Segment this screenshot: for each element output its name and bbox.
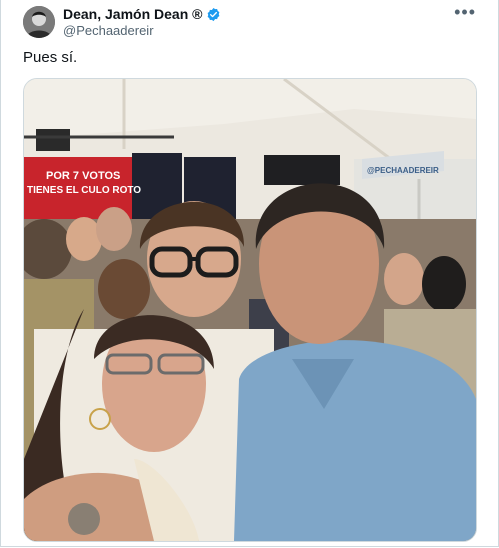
banner-line-1: POR 7 VOTOS: [46, 170, 120, 182]
author-handle[interactable]: @Pechaadereir: [63, 23, 154, 38]
banner-line-2: TIENES EL CULO ROTO: [27, 185, 141, 196]
tweet-card[interactable]: Dean, Jamón Dean ® @Pechaadereir ••• Pue…: [0, 0, 499, 547]
tweet-text: Pues sí.: [23, 49, 78, 66]
more-options-icon[interactable]: •••: [454, 3, 476, 21]
author-name-row: Dean, Jamón Dean ®: [63, 6, 221, 22]
tent-sign-text: @PECHAADEREIR: [367, 166, 439, 175]
person-avatar-icon: [23, 6, 55, 38]
verified-badge-icon: [208, 7, 220, 21]
author-avatar[interactable]: [23, 6, 55, 38]
selfie-photo-illustration: @PECHAADEREIR POR 7 VOTOS TIENES EL CULO…: [24, 79, 476, 541]
author-display-name[interactable]: Dean, Jamón Dean ®: [63, 6, 202, 22]
tweet-photo[interactable]: @PECHAADEREIR POR 7 VOTOS TIENES EL CULO…: [23, 78, 477, 542]
